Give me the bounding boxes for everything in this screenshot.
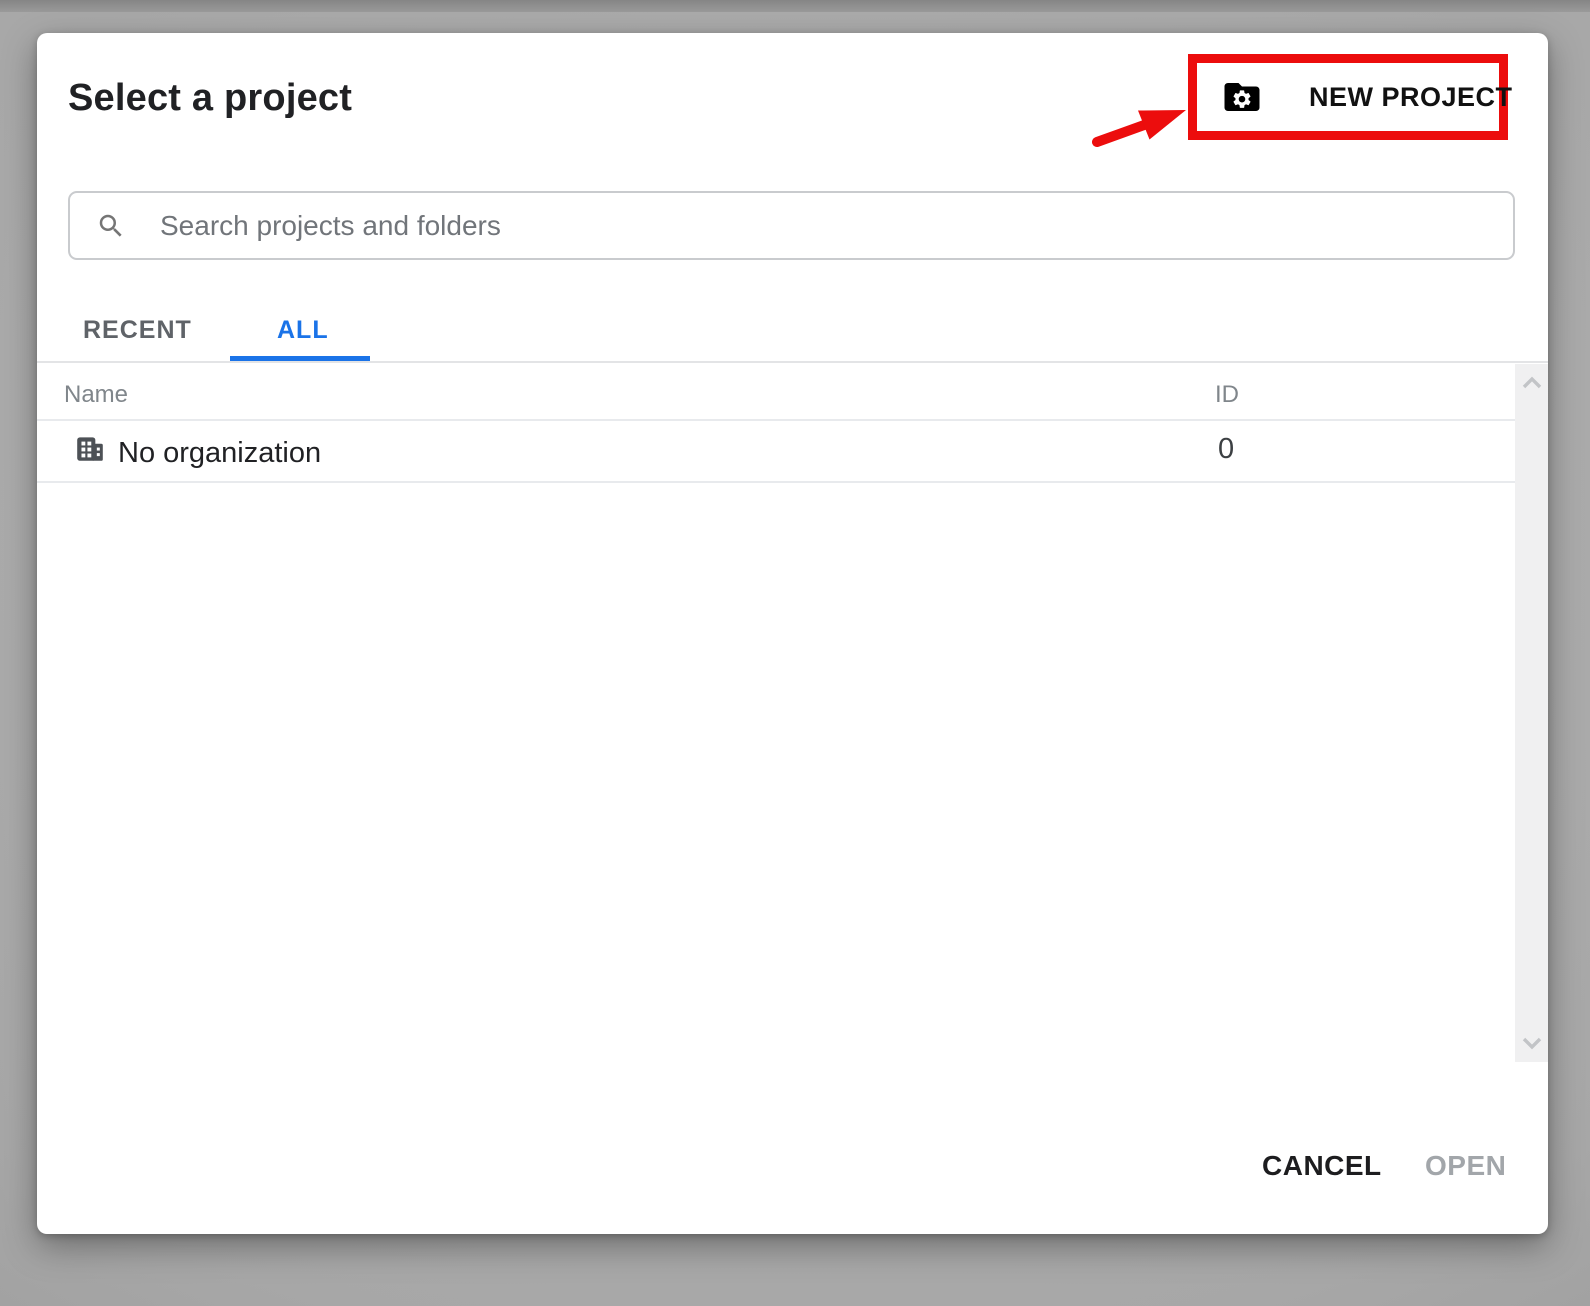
scroll-down-button[interactable] — [1521, 1037, 1543, 1050]
new-project-label: NEW PROJECT — [1309, 82, 1513, 113]
column-header-id: ID — [1215, 381, 1239, 409]
new-project-button[interactable]: NEW PROJECT — [1197, 63, 1499, 131]
search-box — [68, 191, 1515, 260]
folder-gear-icon — [1215, 76, 1269, 118]
chevron-up-icon — [1521, 376, 1543, 389]
row-name: No organization — [118, 437, 321, 470]
table-row[interactable]: No organization 0 — [37, 421, 1515, 481]
background-top-band — [0, 0, 1590, 12]
annotation-highlight-box: NEW PROJECT — [1188, 54, 1508, 140]
tabs-divider — [37, 361, 1548, 363]
search-input[interactable] — [160, 193, 1493, 258]
row-divider — [37, 481, 1515, 483]
dialog-title: Select a project — [68, 77, 352, 120]
tab-recent[interactable]: RECENT — [83, 316, 192, 345]
organization-icon — [74, 432, 106, 464]
chevron-down-icon — [1521, 1037, 1543, 1050]
row-id: 0 — [1218, 433, 1234, 466]
search-icon — [96, 211, 126, 241]
column-header-name: Name — [64, 381, 128, 409]
open-button[interactable]: OPEN — [1425, 1150, 1506, 1182]
select-project-dialog: Select a project NEW PROJECT RECENT ALL … — [37, 33, 1548, 1234]
tab-all[interactable]: ALL — [277, 316, 329, 345]
cancel-button[interactable]: CANCEL — [1262, 1150, 1382, 1182]
scroll-up-button[interactable] — [1521, 376, 1543, 389]
scrollbar[interactable] — [1515, 364, 1548, 1062]
